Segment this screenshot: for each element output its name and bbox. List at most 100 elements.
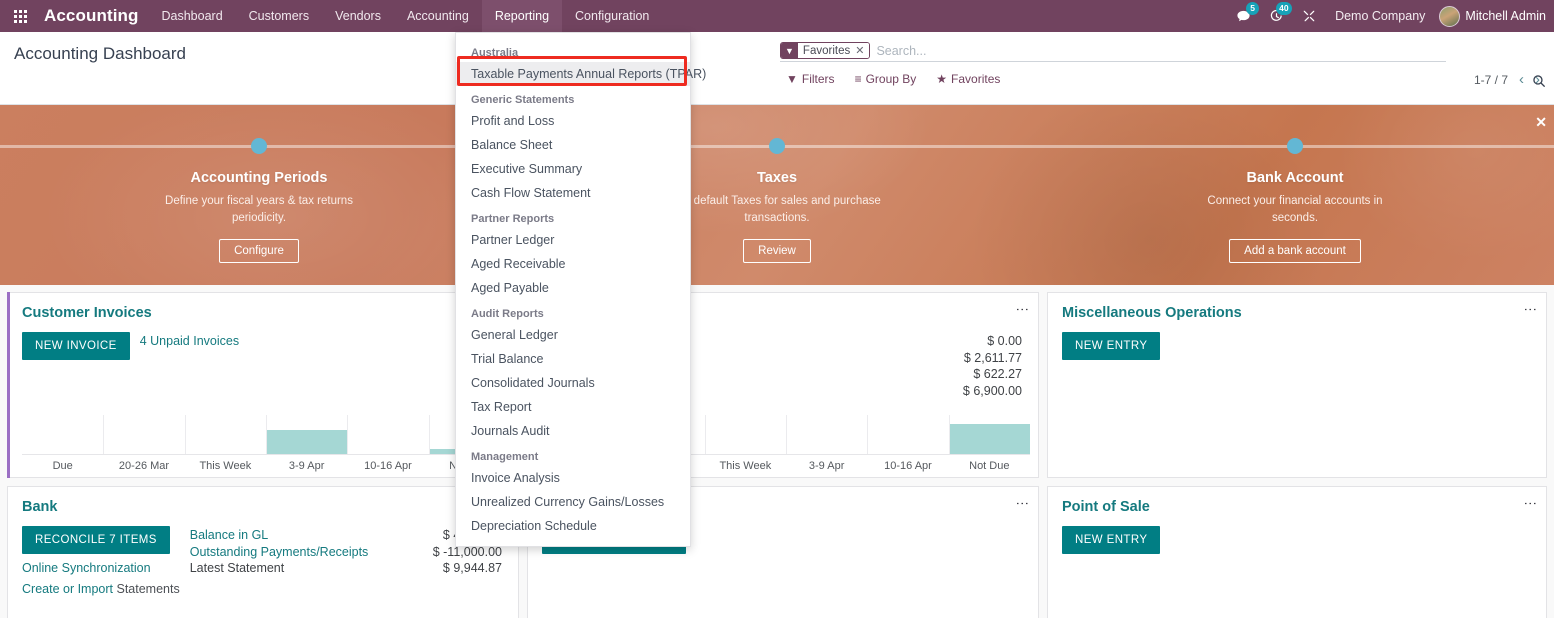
debug-tools-icon[interactable]	[1293, 0, 1325, 32]
stat-label[interactable]: Outstanding Payments/Receipts	[190, 544, 369, 561]
search-input[interactable]	[876, 43, 1446, 58]
stat-label: Latest Statement	[189, 561, 285, 576]
nav-item-dashboard[interactable]: Dashboard	[149, 0, 236, 32]
dropdown-item-trial-balance[interactable]: Trial Balance	[456, 347, 690, 371]
stat-label[interactable]: 4 Unpaid Invoices	[140, 333, 239, 350]
stat-label[interactable]: Balance in GL	[190, 527, 269, 544]
facet-label-text: Favorites	[802, 44, 851, 57]
control-panel: Accounting Dashboard ▼ Favorites ✕ ▼ Fil…	[0, 32, 1554, 105]
online-synchronization-link[interactable]: Online Synchronization	[22, 561, 180, 575]
pager: 1-7 / 7 ‹ ›	[1474, 72, 1540, 87]
dropdown-item-executive-summary[interactable]: Executive Summary	[456, 157, 690, 181]
dropdown-item-depreciation-schedule[interactable]: Depreciation Schedule	[456, 514, 690, 538]
searchbar[interactable]: ▼ Favorites ✕	[780, 40, 1446, 62]
main-menu: Dashboard Customers Vendors Accounting R…	[149, 0, 663, 32]
step-title: Bank Account	[1246, 170, 1344, 186]
dropdown-item-aged-receivable[interactable]: Aged Receivable	[456, 252, 690, 276]
nav-item-configuration[interactable]: Configuration	[562, 0, 662, 32]
dropdown-item-journals-audit[interactable]: Journals Audit	[456, 419, 690, 443]
card-options-icon[interactable]: ⋮	[1523, 497, 1538, 510]
step-title: Taxes	[756, 170, 798, 186]
new-invoice-button[interactable]: NEW INVOICE	[22, 332, 130, 360]
dropdown-item-consolidated-journals[interactable]: Consolidated Journals	[456, 371, 690, 395]
axis-tick: 20-26 Mar	[118, 460, 170, 472]
activities-clock-icon[interactable]: 40	[1260, 0, 1293, 32]
nav-item-reporting[interactable]: Reporting	[481, 0, 563, 32]
page-title: Accounting Dashboard	[14, 44, 187, 63]
axis-tick: 3-9 Apr	[808, 460, 845, 472]
company-switcher[interactable]: Demo Company	[1325, 9, 1439, 23]
avatar	[1439, 5, 1461, 27]
chart-x-axis: Due 20-26 Mar This Week 3-9 Apr 10-16 Ap…	[22, 455, 510, 472]
reporting-dropdown-menu: Australia Taxable Payments Annual Report…	[455, 32, 706, 547]
axis-tick: 3-9 Apr	[288, 460, 325, 472]
reconcile-items-button[interactable]: RECONCILE 7 ITEMS	[22, 526, 170, 554]
chart-col	[704, 415, 786, 454]
axis-tick: This Week	[719, 460, 772, 472]
card-title: Point of Sale	[1062, 499, 1150, 515]
axis-tick: This Week	[199, 460, 252, 472]
stat-row[interactable]: 4 Unpaid Invoices $ 14	[140, 333, 504, 350]
step-dot-icon	[1287, 138, 1303, 154]
dropdown-item-cash-flow-statement[interactable]: Cash Flow Statement	[456, 181, 690, 205]
stat-value: $ 622.27	[973, 367, 1022, 382]
add-bank-account-button[interactable]: Add a bank account	[1229, 239, 1361, 264]
review-button[interactable]: Review	[743, 239, 811, 264]
pager-previous-icon[interactable]: ‹	[1519, 72, 1524, 87]
dropdown-item-unrealized-currency-gains-losses[interactable]: Unrealized Currency Gains/Losses	[456, 490, 690, 514]
card-options-icon[interactable]: ⋮	[1015, 497, 1030, 510]
step-description: Connect your financial accounts in secon…	[1207, 195, 1383, 224]
search-facet-favorites[interactable]: ▼ Favorites ✕	[780, 42, 871, 59]
nav-item-customers[interactable]: Customers	[236, 0, 322, 32]
axis-tick: Due	[52, 460, 73, 472]
chart-col	[184, 415, 266, 454]
messages-badge: 5	[1246, 2, 1260, 15]
search-area: ▼ Favorites ✕	[780, 40, 1446, 62]
dropdown-item-profit-and-loss[interactable]: Profit and Loss	[456, 109, 690, 133]
group-by-button[interactable]: ≡ Group By	[855, 72, 917, 86]
new-entry-button[interactable]: NEW ENTRY	[1062, 526, 1161, 554]
card-options-icon[interactable]: ⋮	[1523, 303, 1538, 316]
messages-icon[interactable]: 5	[1227, 0, 1260, 32]
onboarding-step-accounting-periods: Accounting Periods Define your fiscal ye…	[0, 105, 518, 285]
dropdown-item-tpar[interactable]: Taxable Payments Annual Reports (TPAR)	[456, 62, 706, 86]
apps-menu-icon[interactable]	[0, 0, 40, 32]
filters-button[interactable]: ▼ Filters	[786, 72, 835, 86]
user-name-label: Mitchell Admin	[1465, 9, 1546, 23]
new-entry-button[interactable]: NEW ENTRY	[1062, 332, 1161, 360]
card-point-of-sale: Point of Sale ⋮ NEW ENTRY	[1047, 486, 1547, 618]
facet-remove-icon[interactable]: ✕	[855, 44, 864, 57]
chart-col	[347, 415, 428, 454]
configure-button[interactable]: Configure	[219, 239, 299, 264]
user-menu[interactable]: Mitchell Admin	[1439, 5, 1548, 27]
onboarding-steps: Accounting Periods Define your fiscal ye…	[0, 105, 1554, 285]
pager-next-icon[interactable]: ›	[1535, 72, 1540, 87]
card-options-icon[interactable]: ⋮	[1015, 303, 1030, 316]
card-miscellaneous-operations: Miscellaneous Operations ⋮ NEW ENTRY	[1047, 292, 1547, 478]
chart-col	[867, 415, 948, 454]
dropdown-item-partner-ledger[interactable]: Partner Ledger	[456, 228, 690, 252]
chart-col	[103, 415, 184, 454]
star-icon: ★	[936, 72, 948, 86]
stat-row: Latest Statement $ 9,944.87	[190, 560, 504, 577]
nav-item-vendors[interactable]: Vendors	[322, 0, 394, 32]
card-title: Customer Invoices	[22, 305, 152, 321]
card-bank: Bank ⋮ RECONCILE 7 ITEMS Online Synchron…	[7, 486, 519, 618]
nav-item-accounting[interactable]: Accounting	[394, 0, 482, 32]
app-brand-title[interactable]: Accounting	[40, 0, 149, 32]
favorites-button[interactable]: ★ Favorites	[936, 72, 1000, 86]
control-panel-buttons: ▼ Filters ≡ Group By ★ Favorites	[786, 72, 1000, 86]
create-import-statements-link[interactable]: Create or Import Statements	[22, 582, 180, 596]
chart-col	[948, 415, 1030, 454]
card-customer-invoices: Customer Invoices NEW INVOICE 4 Unpaid I…	[7, 292, 519, 478]
top-navbar: Accounting Dashboard Customers Vendors A…	[0, 0, 1554, 32]
dropdown-item-balance-sheet[interactable]: Balance Sheet	[456, 133, 690, 157]
axis-tick: 10-16 Apr	[364, 460, 412, 472]
close-icon[interactable]: ✕	[1535, 115, 1547, 129]
dropdown-item-invoice-analysis[interactable]: Invoice Analysis	[456, 466, 690, 490]
dropdown-item-tax-report[interactable]: Tax Report	[456, 395, 690, 419]
customer-invoices-chart: Due 20-26 Mar This Week 3-9 Apr 10-16 Ap…	[22, 415, 510, 477]
activities-badge: 40	[1275, 2, 1293, 15]
dropdown-item-general-ledger[interactable]: General Ledger	[456, 323, 690, 347]
dropdown-item-aged-payable[interactable]: Aged Payable	[456, 276, 690, 300]
